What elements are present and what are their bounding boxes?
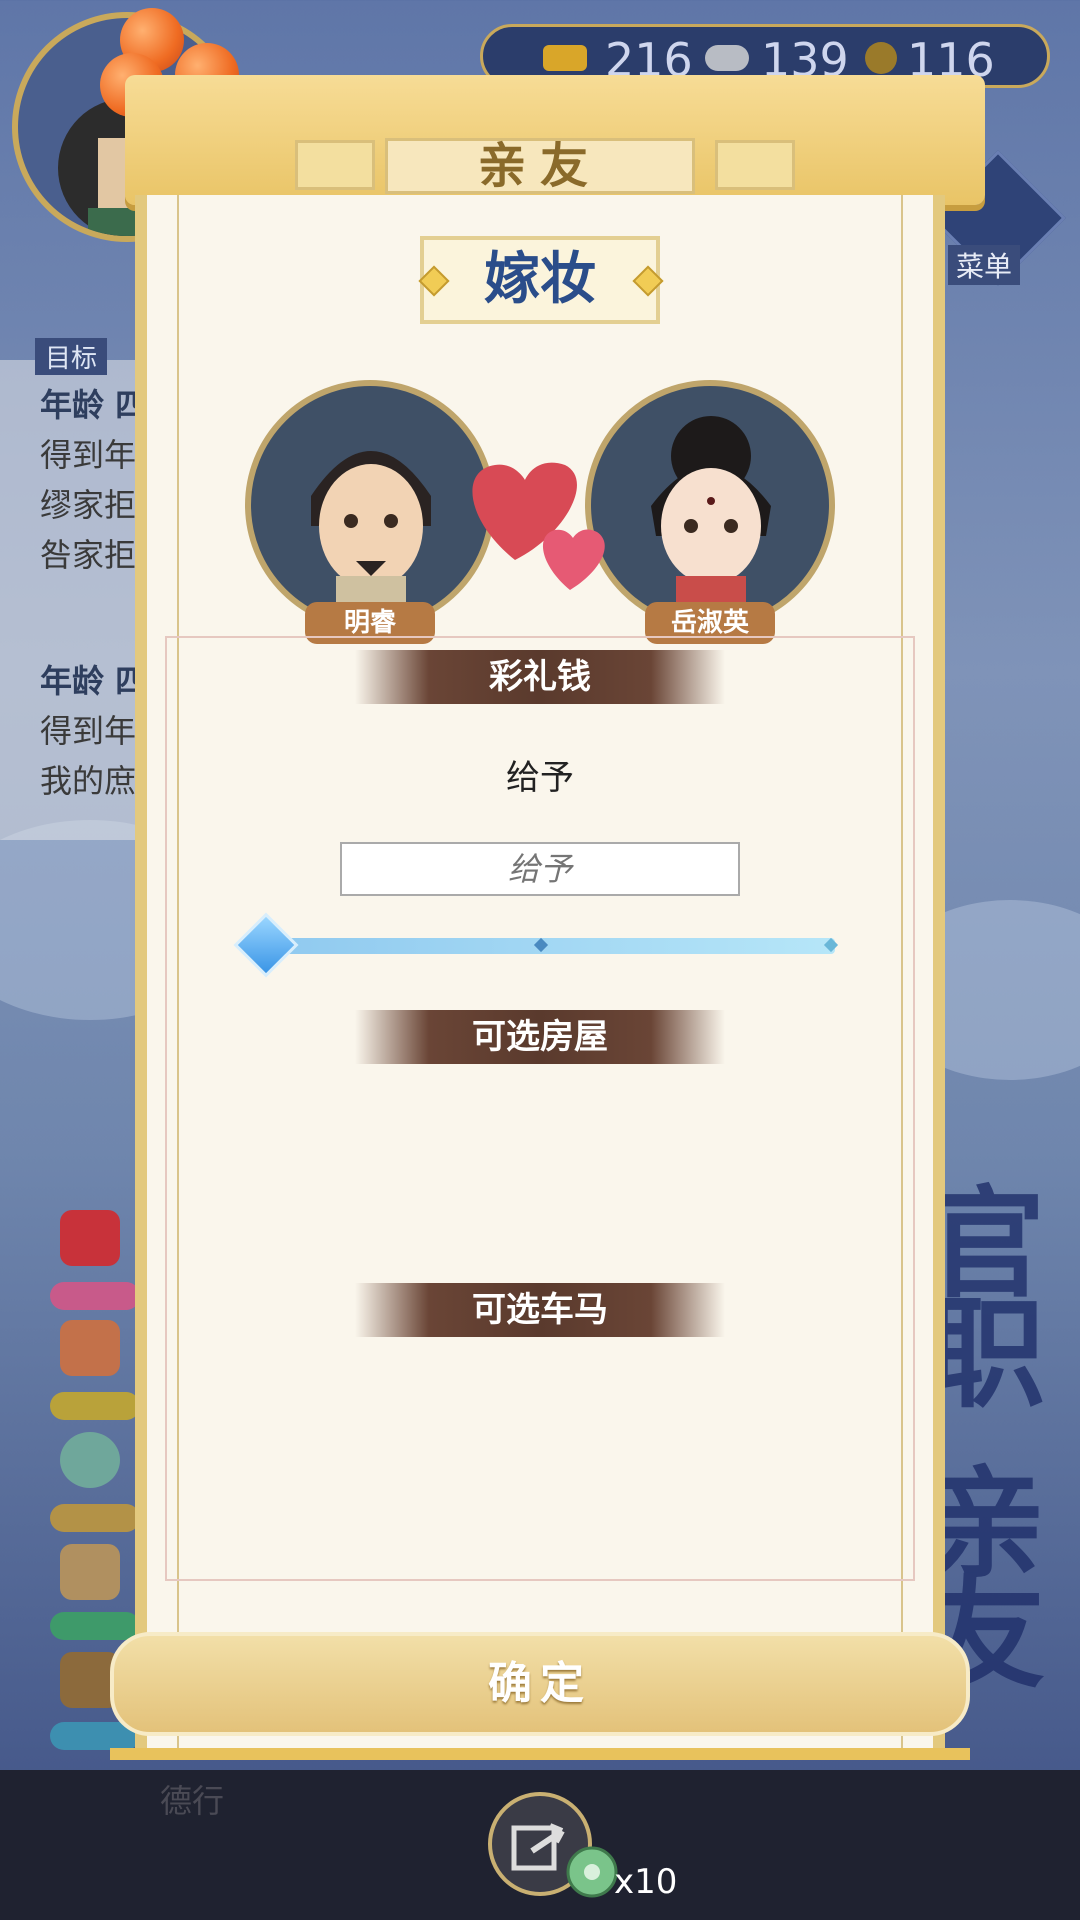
shoe-icon[interactable] (60, 1544, 120, 1600)
jade-token-icon (566, 1846, 618, 1898)
amount-slider-track[interactable] (265, 938, 835, 954)
hearts-icon (472, 462, 605, 590)
give-amount-input[interactable] (340, 842, 740, 896)
quest-line: 年龄 四 (40, 386, 148, 424)
flower-icon[interactable] (60, 1210, 120, 1266)
dialog-tab-title: 亲友 (385, 138, 695, 194)
stat-pill (50, 1504, 140, 1532)
section-optional-house: 可选房屋 (355, 1010, 725, 1064)
quest-line: 得到年 (40, 712, 137, 750)
gold-bar-icon (543, 45, 587, 71)
dialog-title: 嫁妆 (420, 236, 660, 324)
tab-decoration-right (715, 140, 795, 190)
hydrant-icon[interactable] (60, 1320, 120, 1376)
background-quest-text: 年龄 四 得到年 缪家拒 咎家拒 年龄 四 得到年 我的庶 (40, 380, 147, 806)
quest-line: 我的庶 (40, 762, 137, 800)
quest-line: 年龄 四 (40, 662, 148, 700)
menu-label[interactable]: 菜单 (948, 245, 1021, 285)
stat-pill (50, 1612, 140, 1640)
stat-pill (50, 1392, 140, 1420)
copper-coin-icon (865, 42, 897, 74)
target-label[interactable]: 目标 (35, 338, 108, 375)
silver-ingot-icon (705, 45, 749, 71)
give-label: 给予 (506, 758, 574, 798)
quest-line: 咎家拒 (40, 536, 137, 574)
section-bride-price: 彩礼钱 (355, 650, 725, 704)
quest-line: 得到年 (40, 436, 137, 474)
section-optional-carriage: 可选车马 (355, 1283, 725, 1337)
quest-line: 缪家拒 (40, 486, 137, 524)
tab-decoration-left (295, 140, 375, 190)
background-virtue-label: 德行 (160, 1782, 225, 1820)
share-reward-multiplier: x10 (614, 1862, 678, 1902)
jade-disc-icon[interactable] (60, 1432, 120, 1488)
confirm-button[interactable]: 确定 (110, 1632, 970, 1736)
stat-pill (50, 1282, 140, 1310)
dialog-scroll-footer (110, 1748, 970, 1760)
